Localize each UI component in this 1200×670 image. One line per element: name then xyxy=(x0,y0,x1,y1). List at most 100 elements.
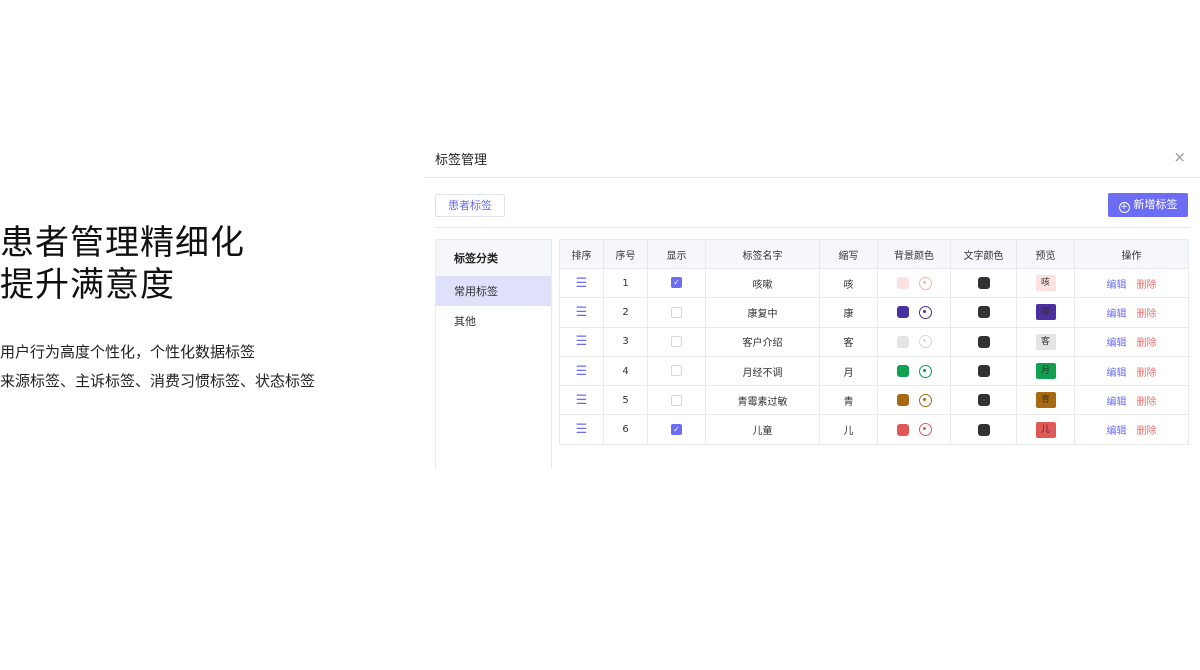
delete-link[interactable]: 删除 xyxy=(1137,426,1157,437)
add-tag-button[interactable]: + 新增标签 xyxy=(1108,193,1188,217)
delete-link[interactable]: 删除 xyxy=(1137,397,1157,408)
show-checkbox[interactable] xyxy=(671,394,682,406)
text-color-swatch[interactable] xyxy=(977,394,990,407)
sort-cell: ☰ xyxy=(559,414,604,445)
bg-color-swatch[interactable] xyxy=(896,335,909,348)
name-cell: 康复中 xyxy=(705,297,820,328)
text-color-swatch[interactable] xyxy=(977,365,990,378)
bg-color-swatch[interactable] xyxy=(896,423,909,436)
tag-preview: 客 xyxy=(1035,333,1056,350)
index-cell: 1 xyxy=(603,267,648,299)
show-cell xyxy=(647,297,706,328)
palette-icon[interactable] xyxy=(918,364,932,378)
drag-handle-icon[interactable]: ☰ xyxy=(576,305,588,320)
drag-handle-icon[interactable]: ☰ xyxy=(576,276,588,291)
abbr-cell: 儿 xyxy=(819,414,878,445)
palette-icon[interactable] xyxy=(918,393,932,407)
tag-category-sidebar: 标签分类 常用标签 其他 xyxy=(435,239,552,469)
delete-link[interactable]: 删除 xyxy=(1137,338,1157,349)
show-cell xyxy=(647,326,706,357)
sort-cell: ☰ xyxy=(559,326,604,357)
name-cell: 月经不调 xyxy=(705,355,820,387)
name-cell: 客户介绍 xyxy=(705,326,820,357)
text-color-swatch[interactable] xyxy=(977,423,990,436)
edit-link[interactable]: 编辑 xyxy=(1107,426,1127,437)
bg-color-swatch[interactable] xyxy=(896,365,909,378)
text-color-cell xyxy=(950,355,1017,387)
column-header-sort: 排序 xyxy=(559,239,604,269)
patient-tag-button[interactable]: 患者标签 xyxy=(435,194,505,217)
palette-icon[interactable] xyxy=(918,305,932,319)
text-color-swatch[interactable] xyxy=(977,277,990,290)
text-color-swatch[interactable] xyxy=(977,306,990,319)
palette-icon[interactable] xyxy=(918,335,932,349)
table-row: ☰ 4 月经不调月月编辑 删除 xyxy=(559,355,1189,387)
bg-color-cell xyxy=(877,385,951,416)
dialog-title: 标签管理 xyxy=(435,153,488,168)
text-color-cell xyxy=(950,267,1017,299)
show-checkbox[interactable] xyxy=(671,306,682,318)
actions-cell: 编辑 删除 xyxy=(1074,297,1189,328)
sidebar-header: 标签分类 xyxy=(436,240,551,276)
edit-link[interactable]: 编辑 xyxy=(1107,309,1127,320)
edit-link[interactable]: 编辑 xyxy=(1107,338,1127,349)
show-cell: ✓ xyxy=(647,414,706,445)
edit-link[interactable]: 编辑 xyxy=(1107,368,1127,379)
drag-handle-icon[interactable]: ☰ xyxy=(576,422,588,437)
palette-icon[interactable] xyxy=(918,423,932,437)
bg-color-swatch[interactable] xyxy=(896,277,909,290)
name-cell: 咳嗽 xyxy=(705,267,820,299)
show-checkbox[interactable]: ✓ xyxy=(671,423,682,435)
tag-preview: 月 xyxy=(1035,363,1056,380)
edit-link[interactable]: 编辑 xyxy=(1107,397,1127,408)
drag-handle-icon[interactable]: ☰ xyxy=(576,334,588,349)
preview-cell: 咳 xyxy=(1016,267,1075,299)
hero-section: 患者管理精细化 提升满意度 用户行为高度个性化，个性化数据标签 来源标签、主诉标… xyxy=(0,222,400,396)
drag-handle-icon[interactable]: ☰ xyxy=(576,393,588,408)
column-header-index: 序号 xyxy=(603,239,648,269)
delete-link[interactable]: 删除 xyxy=(1137,309,1157,320)
sidebar-item-other[interactable]: 其他 xyxy=(436,306,551,336)
tag-preview: 儿 xyxy=(1035,421,1056,438)
table-row: ☰ 3 客户介绍客客编辑 删除 xyxy=(559,326,1189,357)
show-checkbox[interactable]: ✓ xyxy=(671,277,682,289)
text-color-swatch[interactable] xyxy=(977,335,990,348)
show-checkbox[interactable] xyxy=(671,335,682,347)
palette-icon[interactable] xyxy=(918,276,932,290)
index-cell: 6 xyxy=(603,414,648,445)
bg-color-cell xyxy=(877,355,951,387)
delete-link[interactable]: 删除 xyxy=(1137,368,1157,379)
hero-desc-line1: 用户行为高度个性化，个性化数据标签 xyxy=(0,343,256,361)
column-header-show: 显示 xyxy=(647,239,706,269)
abbr-cell: 客 xyxy=(819,326,878,357)
edit-link[interactable]: 编辑 xyxy=(1107,280,1127,291)
bg-color-swatch[interactable] xyxy=(896,306,909,319)
actions-cell: 编辑 删除 xyxy=(1074,414,1189,445)
bg-color-cell xyxy=(877,326,951,357)
preview-cell: 月 xyxy=(1016,355,1075,387)
sidebar-item-common-tags[interactable]: 常用标签 xyxy=(436,276,551,306)
hero-description: 用户行为高度个性化，个性化数据标签 来源标签、主诉标签、消费习惯标签、状态标签 xyxy=(0,338,400,396)
column-header-abbr: 缩写 xyxy=(819,239,878,269)
close-icon[interactable]: × xyxy=(1173,148,1186,166)
delete-link[interactable]: 删除 xyxy=(1137,280,1157,291)
column-header-preview: 预览 xyxy=(1016,239,1075,269)
abbr-cell: 咳 xyxy=(819,267,878,299)
check-icon: ✓ xyxy=(673,278,680,288)
tag-management-dialog: 标签管理 × 患者标签 + 新增标签 标签分类 常用标签 其他 排序 序号 显示 … xyxy=(425,137,1200,477)
table-row: ☰ 6 ✓ 儿童儿儿编辑 删除 xyxy=(559,414,1189,445)
show-checkbox[interactable] xyxy=(671,365,682,377)
preview-cell: 客 xyxy=(1016,326,1075,357)
drag-handle-icon[interactable]: ☰ xyxy=(576,364,588,379)
bg-color-cell xyxy=(877,267,951,299)
preview-cell: 康 xyxy=(1016,297,1075,328)
show-cell: ✓ xyxy=(647,267,706,299)
preview-cell: 青 xyxy=(1016,385,1075,416)
bg-color-swatch[interactable] xyxy=(896,394,909,407)
index-cell: 3 xyxy=(603,326,648,357)
text-color-cell xyxy=(950,297,1017,328)
show-cell xyxy=(647,355,706,387)
abbr-cell: 青 xyxy=(819,385,878,416)
hero-title-line1: 患者管理精细化 xyxy=(0,223,245,263)
hero-title-line2: 提升满意度 xyxy=(0,265,175,305)
